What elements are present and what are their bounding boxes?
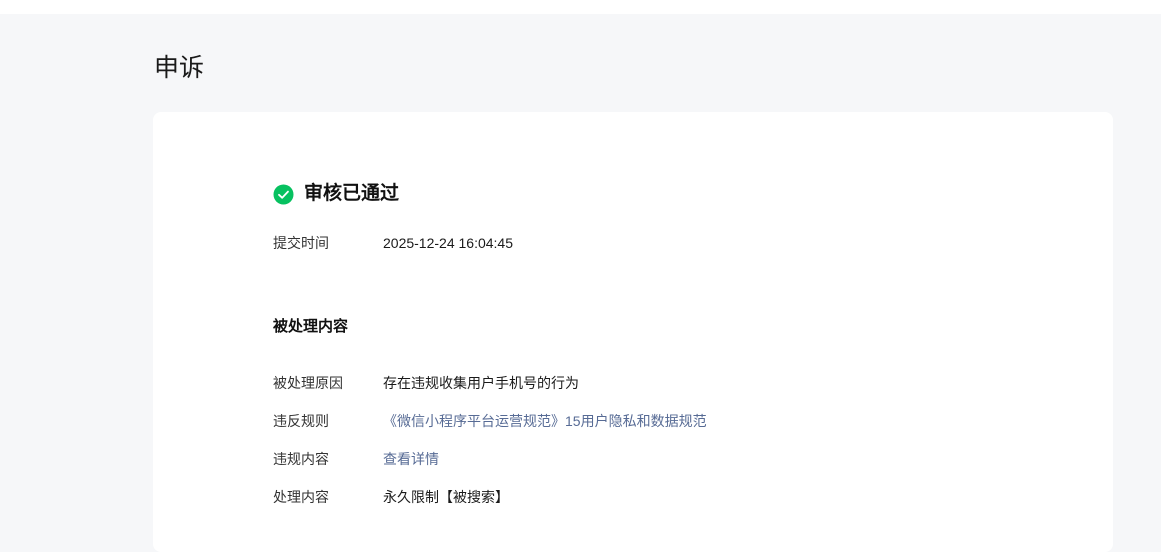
detail-value: 存在违规收集用户手机号的行为 bbox=[383, 375, 579, 391]
top-bar bbox=[0, 0, 1161, 14]
detail-label: 处理内容 bbox=[273, 489, 329, 505]
page-title: 申诉 bbox=[154, 54, 205, 82]
check-circle-icon bbox=[273, 184, 294, 205]
appeal-card: 审核已通过 提交时间 2025-12-24 16:04:45 被处理内容 被处理… bbox=[153, 112, 1113, 552]
submit-time-label: 提交时间 bbox=[273, 235, 329, 251]
detail-row-action: 处理内容 永久限制【被搜索】 bbox=[273, 487, 509, 507]
submit-time-value: 2025-12-24 16:04:45 bbox=[383, 235, 513, 251]
detail-value: 永久限制【被搜索】 bbox=[383, 489, 509, 505]
detail-label: 违规内容 bbox=[273, 451, 329, 467]
detail-row-content: 违规内容 查看详情 bbox=[273, 449, 439, 469]
detail-label: 被处理原因 bbox=[273, 375, 343, 391]
rule-link[interactable]: 《微信小程序平台运营规范》15用户隐私和数据规范 bbox=[383, 411, 707, 431]
detail-row-reason: 被处理原因 存在违规收集用户手机号的行为 bbox=[273, 373, 579, 393]
detail-label: 违反规则 bbox=[273, 413, 329, 429]
view-details-link[interactable]: 查看详情 bbox=[383, 449, 439, 469]
detail-row-rule: 违反规则 《微信小程序平台运营规范》15用户隐私和数据规范 bbox=[273, 411, 707, 431]
review-status-text: 审核已通过 bbox=[304, 183, 400, 204]
review-status: 审核已通过 bbox=[273, 181, 399, 207]
submit-time-row: 提交时间 2025-12-24 16:04:45 bbox=[273, 233, 513, 253]
section-title: 被处理内容 bbox=[273, 318, 349, 335]
